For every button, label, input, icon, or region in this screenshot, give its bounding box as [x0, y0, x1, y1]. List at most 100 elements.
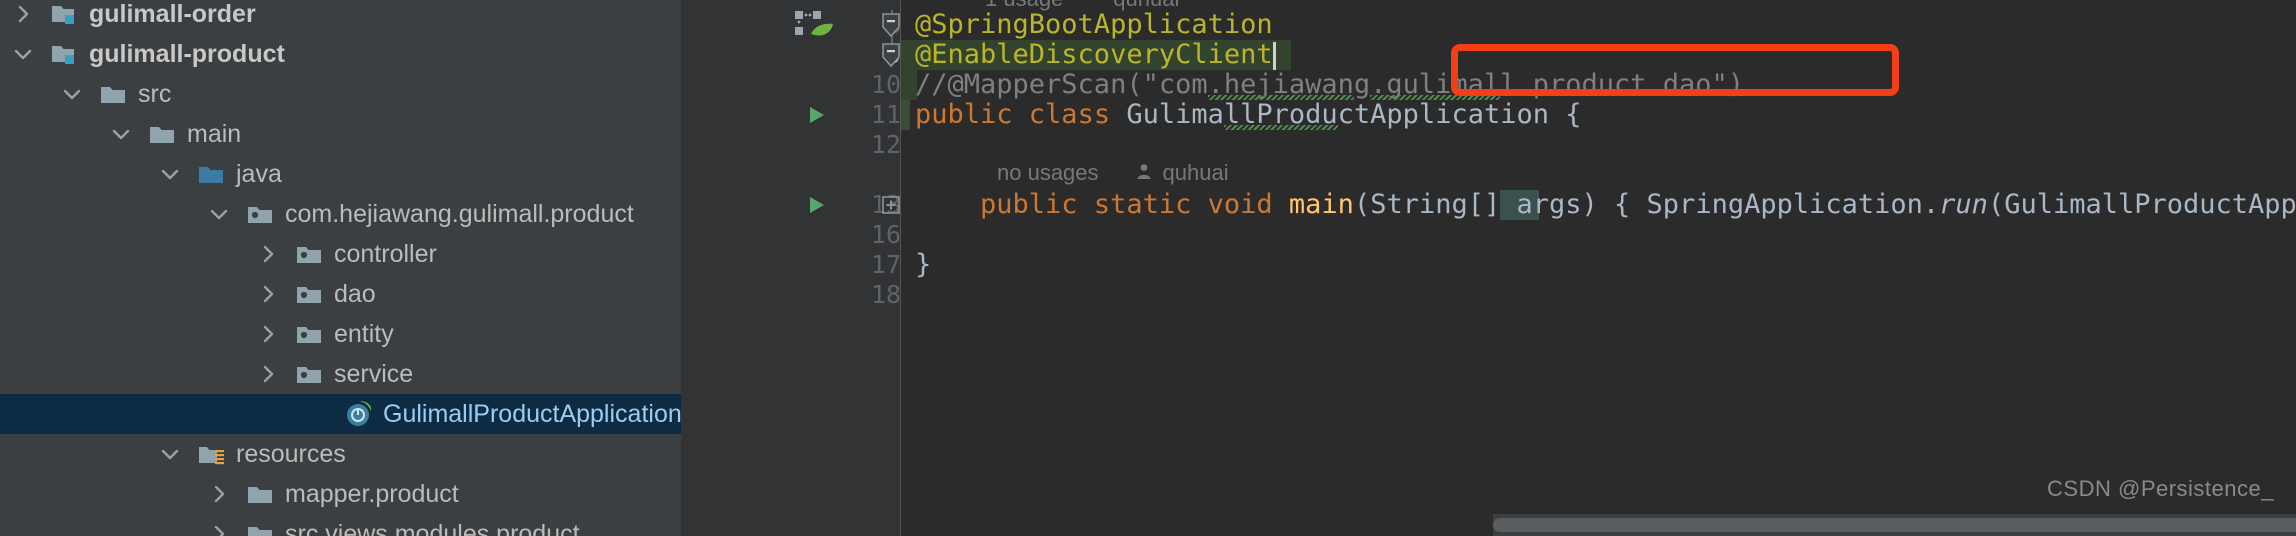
tree-item-dao[interactable]: dao	[0, 274, 681, 314]
chevron-right-icon[interactable]	[206, 521, 232, 536]
icon-spacer	[183, 174, 197, 175]
code-token: main	[1288, 189, 1354, 220]
code-token: GulimallProductApplication	[1126, 99, 1566, 130]
tree-item-label: service	[334, 360, 414, 388]
folder-icon	[246, 479, 276, 509]
tree-item-label: GulimallProductApplication	[383, 400, 681, 428]
icon-spacer	[232, 534, 246, 535]
code-editor-panel[interactable]: 8910111213161718 1 usagequhuai@SpringBoo…	[681, 0, 2296, 536]
tree-item-service[interactable]: service	[0, 354, 681, 394]
editor-gutter[interactable]: 8910111213161718	[681, 0, 901, 536]
resource-root-icon	[197, 439, 227, 469]
indent-spacer	[0, 494, 206, 495]
icon-spacer	[183, 454, 197, 455]
text-caret	[1272, 42, 1276, 70]
indent-spacer	[0, 254, 255, 255]
tree-item-entity[interactable]: entity	[0, 314, 681, 354]
tree-item-main[interactable]: main	[0, 114, 681, 154]
package-icon	[295, 319, 325, 349]
fold-collapse-icon[interactable]	[880, 40, 902, 68]
icon-spacer	[134, 134, 148, 135]
tree-item-label: dao	[334, 280, 376, 308]
tree-item-label: main	[187, 120, 242, 148]
indent-spacer	[0, 454, 157, 455]
tree-item-label: mapper.product	[285, 480, 459, 508]
chevron-right-icon[interactable]	[255, 241, 281, 267]
package-icon	[295, 279, 325, 309]
tree-item-gulimall-product[interactable]: gulimall-product	[0, 34, 681, 74]
tree-item-label: gulimall-order	[89, 0, 256, 28]
code-line[interactable]: }	[915, 250, 931, 280]
chevron-right-icon[interactable]	[255, 321, 281, 347]
package-icon	[295, 359, 325, 389]
line-number: 12	[870, 130, 901, 159]
tree-item-src[interactable]: src	[0, 74, 681, 114]
tree-item-src-views-modules-product[interactable]: src.views.modules.product	[0, 514, 681, 536]
chevron-down-icon[interactable]	[206, 201, 232, 227]
tree-item-gulimallproductapplication[interactable]: GulimallProductApplication	[0, 394, 681, 434]
folder-icon	[246, 519, 276, 536]
icon-spacer	[281, 334, 295, 335]
fold-collapse-icon[interactable]	[880, 10, 902, 38]
tree-item-label: resources	[236, 440, 346, 468]
run-gutter-icon[interactable]	[803, 192, 829, 223]
tree-item-java[interactable]: java	[0, 154, 681, 194]
chevron-down-icon[interactable]	[157, 441, 183, 467]
code-line[interactable]: public static void main(String[] args) {…	[915, 190, 2296, 220]
chevron-right-icon[interactable]	[10, 1, 36, 27]
code-token: }	[915, 249, 932, 280]
tree-item-label: entity	[334, 320, 394, 348]
chevron-right-icon[interactable]	[206, 481, 232, 507]
code-line[interactable]: @SpringBootApplication	[915, 10, 1273, 40]
tree-item-gulimall-order[interactable]: gulimall-order	[0, 0, 681, 34]
package-icon	[246, 199, 276, 229]
scrollbar-thumb[interactable]	[1493, 518, 2296, 532]
chevron-down-icon[interactable]	[108, 121, 134, 147]
author-name: quhuai	[1162, 160, 1229, 185]
tree-item-label: src	[138, 80, 172, 108]
tree-item-resources[interactable]: resources	[0, 434, 681, 474]
line-number: 17	[870, 250, 901, 279]
tree-item-controller[interactable]: controller	[0, 234, 681, 274]
tree-item-com-hejiawang-gulimall-product[interactable]: com.hejiawang.gulimall.product	[0, 194, 681, 234]
chevron-right-icon[interactable]	[255, 281, 281, 307]
folder-icon	[148, 119, 178, 149]
horizontal-scrollbar[interactable]	[1493, 514, 2296, 536]
chevron-right-icon[interactable]	[255, 361, 281, 387]
project-tree-panel[interactable]: gulimall-order gulimall-product src main jav…	[0, 0, 681, 536]
icon-spacer	[36, 54, 50, 55]
code-line[interactable]: @EnableDiscoveryClient	[915, 40, 1273, 70]
code-token: @EnableDiscoveryClient	[915, 39, 1273, 70]
indent-spacer	[0, 174, 157, 175]
code-token: run	[1939, 189, 1988, 220]
tree-item-label: java	[236, 160, 282, 188]
run-gutter-icon[interactable]	[803, 102, 829, 133]
module-folder-icon	[50, 39, 80, 69]
code-token: public	[915, 99, 1029, 130]
icon-spacer	[281, 294, 295, 295]
tree-item-label: gulimall-product	[89, 40, 285, 68]
code-token: SpringApplication.	[1646, 189, 1940, 220]
chevron-down-icon[interactable]	[59, 81, 85, 107]
tree-item-label: src.views.modules.product	[285, 520, 580, 536]
icon-spacer	[281, 254, 295, 255]
indent-spacer	[0, 374, 255, 375]
usage-count: no usages	[997, 160, 1099, 185]
code-text-area[interactable]: 1 usagequhuai@SpringBootApplication@Enab…	[882, 0, 2296, 536]
icon-spacer	[232, 494, 246, 495]
author-icon	[1135, 160, 1153, 186]
source-root-icon	[197, 159, 227, 189]
code-token: {	[1565, 99, 1582, 130]
spring-boot-class-icon	[344, 399, 374, 429]
tree-item-mapper-product[interactable]: mapper.product	[0, 474, 681, 514]
fold-expand-icon[interactable]	[880, 194, 902, 216]
indent-spacer	[0, 94, 59, 95]
tree-item-label: controller	[334, 240, 437, 268]
icon-spacer	[330, 414, 344, 415]
code-token: @SpringBootApplication	[915, 9, 1273, 40]
chevron-down-icon[interactable]	[157, 161, 183, 187]
indent-spacer	[0, 334, 255, 335]
spellcheck-underline	[1207, 95, 1354, 100]
spellcheck-underline	[1370, 95, 1500, 100]
chevron-down-icon[interactable]	[10, 41, 36, 67]
